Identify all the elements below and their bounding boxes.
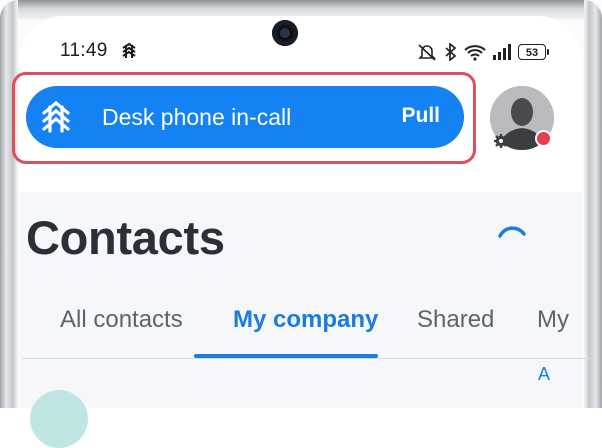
battery-icon: 53 (518, 44, 549, 60)
front-camera (272, 20, 298, 46)
call-banner-label: Desk phone in-call (102, 104, 292, 130)
app-logo-icon (122, 42, 136, 58)
presence-status-badge (535, 130, 552, 147)
pull-call-button[interactable]: Pull (401, 104, 440, 128)
status-time: 11:49 (60, 40, 108, 61)
tab-my[interactable]: My (537, 306, 569, 334)
loading-spinner-icon (498, 226, 526, 238)
mute-bell-icon (418, 44, 436, 61)
status-icons: 53 (416, 42, 549, 62)
phone-frame: 11:49 53 Desk phone in-call Pull Contact… (0, 0, 602, 448)
desk-phone-call-banner[interactable]: Desk phone in-call Pull (26, 86, 464, 148)
tab-all-contacts[interactable]: All contacts (60, 306, 183, 334)
status-bar: 11:49 53 (20, 36, 582, 64)
alphabet-index-letter[interactable]: A (538, 364, 550, 385)
page-title: Contacts (26, 211, 225, 264)
bluetooth-icon (445, 43, 457, 61)
contact-tabs: All contacts My company Shared My (0, 300, 602, 360)
wifi-icon (464, 45, 486, 61)
app-logo-icon (42, 100, 70, 133)
gear-icon[interactable] (493, 133, 509, 149)
tab-my-company[interactable]: My company (233, 306, 378, 334)
signal-icon (493, 44, 511, 60)
contact-avatar[interactable] (30, 390, 88, 448)
tab-shared[interactable]: Shared (417, 306, 494, 334)
tabs-divider (22, 358, 592, 359)
